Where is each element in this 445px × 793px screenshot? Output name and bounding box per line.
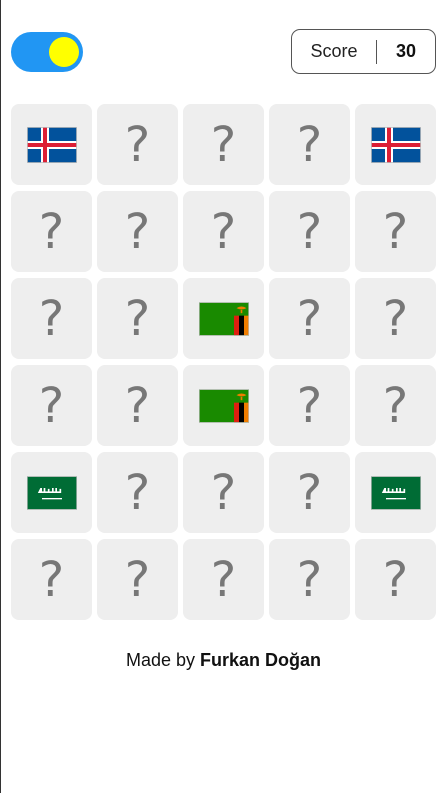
- memory-card-hidden[interactable]: ?: [11, 539, 92, 620]
- question-mark-icon: ?: [210, 464, 237, 521]
- memory-card-revealed[interactable]: [11, 452, 92, 533]
- memory-card-hidden[interactable]: ?: [269, 278, 350, 359]
- memory-card-hidden[interactable]: ?: [183, 104, 264, 185]
- memory-card-hidden[interactable]: ?: [97, 104, 178, 185]
- memory-card-revealed[interactable]: [355, 104, 436, 185]
- memory-card-hidden[interactable]: ?: [11, 191, 92, 272]
- iceland-flag-icon: [370, 126, 421, 163]
- iceland-flag-icon: [26, 126, 77, 163]
- memory-card-revealed[interactable]: [183, 365, 264, 446]
- memory-card-hidden[interactable]: ?: [269, 539, 350, 620]
- toggle-knob[interactable]: [49, 37, 79, 67]
- memory-card-hidden[interactable]: ?: [97, 452, 178, 533]
- memory-card-hidden[interactable]: ?: [183, 452, 264, 533]
- memory-card-hidden[interactable]: ?: [355, 539, 436, 620]
- question-mark-icon: ?: [38, 551, 65, 608]
- memory-card-hidden[interactable]: ?: [183, 191, 264, 272]
- memory-card-hidden[interactable]: ?: [97, 365, 178, 446]
- memory-card-hidden[interactable]: ?: [11, 365, 92, 446]
- memory-card-hidden[interactable]: ?: [269, 452, 350, 533]
- question-mark-icon: ?: [38, 377, 65, 434]
- question-mark-icon: ?: [124, 377, 151, 434]
- saudi-arabia-flag-icon: [370, 475, 421, 510]
- memory-card-revealed[interactable]: [355, 452, 436, 533]
- memory-card-hidden[interactable]: ?: [355, 191, 436, 272]
- header: Score 30: [1, 0, 445, 104]
- question-mark-icon: ?: [210, 203, 237, 260]
- score-value: 30: [395, 41, 417, 61]
- memory-card-revealed[interactable]: [183, 278, 264, 359]
- question-mark-icon: ?: [124, 116, 151, 173]
- question-mark-icon: ?: [124, 290, 151, 347]
- question-mark-icon: ?: [382, 551, 409, 608]
- question-mark-icon: ?: [210, 116, 237, 173]
- card-grid: ????????????????????????: [11, 104, 436, 620]
- memory-card-hidden[interactable]: ?: [11, 278, 92, 359]
- question-mark-icon: ?: [382, 377, 409, 434]
- question-mark-icon: ?: [296, 377, 323, 434]
- question-mark-icon: ?: [124, 551, 151, 608]
- memory-card-hidden[interactable]: ?: [97, 278, 178, 359]
- memory-card-revealed[interactable]: [11, 104, 92, 185]
- question-mark-icon: ?: [296, 551, 323, 608]
- memory-card-hidden[interactable]: ?: [355, 365, 436, 446]
- memory-card-hidden[interactable]: ?: [269, 104, 350, 185]
- memory-card-hidden[interactable]: ?: [97, 539, 178, 620]
- theme-toggle[interactable]: [11, 32, 83, 72]
- memory-card-hidden[interactable]: ?: [183, 539, 264, 620]
- question-mark-icon: ?: [382, 203, 409, 260]
- memory-card-hidden[interactable]: ?: [269, 365, 350, 446]
- question-mark-icon: ?: [124, 464, 151, 521]
- question-mark-icon: ?: [210, 551, 237, 608]
- score-label: Score: [310, 41, 358, 61]
- footer-author: Furkan Doğan: [200, 650, 322, 670]
- memory-card-hidden[interactable]: ?: [97, 191, 178, 272]
- question-mark-icon: ?: [382, 290, 409, 347]
- footer-prefix: Made by: [125, 650, 201, 670]
- question-mark-icon: ?: [38, 203, 65, 260]
- question-mark-icon: ?: [124, 203, 151, 260]
- question-mark-icon: ?: [296, 290, 323, 347]
- question-mark-icon: ?: [38, 290, 65, 347]
- zambia-flag-icon: [198, 388, 249, 423]
- zambia-flag-icon: [198, 301, 249, 336]
- question-mark-icon: ?: [296, 203, 323, 260]
- score-box: Score 30: [291, 29, 436, 74]
- memory-card-hidden[interactable]: ?: [355, 278, 436, 359]
- footer-credit: Made by Furkan Doğan: [1, 650, 445, 671]
- saudi-arabia-flag-icon: [26, 475, 77, 510]
- question-mark-icon: ?: [296, 116, 323, 173]
- question-mark-icon: ?: [296, 464, 323, 521]
- memory-card-hidden[interactable]: ?: [269, 191, 350, 272]
